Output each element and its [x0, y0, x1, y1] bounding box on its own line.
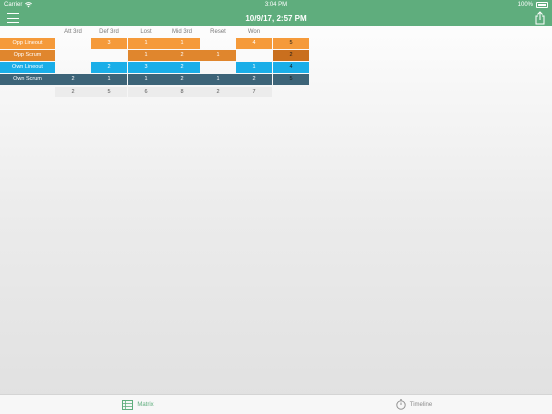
- status-right: 100%: [518, 2, 548, 8]
- matrix-cell: [91, 50, 127, 61]
- matrix-cell[interactable]: 2: [164, 62, 200, 73]
- row-total-cell: 5: [273, 38, 309, 49]
- column-header: Def 3rd: [99, 29, 119, 35]
- row-label[interactable]: Opp Lineout: [0, 38, 55, 49]
- battery-icon: [536, 2, 548, 8]
- matrix-cell: [55, 38, 91, 49]
- row-total-cell: 2: [273, 50, 309, 61]
- matrix-cell: [200, 62, 236, 73]
- column-total-cell: 2: [200, 87, 236, 97]
- tab-timeline-label: Timeline: [409, 401, 433, 408]
- matrix-cell: [55, 50, 91, 61]
- tab-bar: Matrix Timeline: [0, 394, 552, 414]
- column-total-cell: 7: [236, 87, 272, 97]
- matrix-cell[interactable]: 1: [128, 50, 164, 61]
- matrix-cell[interactable]: 1: [200, 50, 236, 61]
- row-total-cell: 4: [273, 62, 309, 73]
- matrix-cell[interactable]: 1: [164, 38, 200, 49]
- column-total-cell: 6: [128, 87, 164, 97]
- column-header: Reset: [210, 29, 226, 35]
- matrix-cell[interactable]: 2: [91, 62, 127, 73]
- matrix-cell[interactable]: 1: [128, 74, 164, 85]
- menu-button[interactable]: [7, 13, 19, 23]
- column-total-cell: 8: [164, 87, 200, 97]
- matrix-cell[interactable]: 3: [91, 38, 127, 49]
- matrix-cell[interactable]: 2: [55, 74, 91, 85]
- matrix-cell[interactable]: 1: [236, 62, 272, 73]
- matrix-cell[interactable]: 4: [236, 38, 272, 49]
- matrix-cell[interactable]: 2: [236, 74, 272, 85]
- share-icon[interactable]: [534, 11, 546, 25]
- row-label[interactable]: Own Lineout: [0, 62, 55, 73]
- tab-timeline[interactable]: Timeline: [276, 395, 552, 414]
- matrix-cell[interactable]: 1: [128, 38, 164, 49]
- battery-label: 100%: [517, 2, 533, 8]
- column-total-cell: 5: [91, 87, 127, 97]
- row-label[interactable]: Own Scrum: [0, 74, 55, 85]
- status-bar: Carrier 3:04 PM 100%: [0, 0, 552, 10]
- column-header: Lost: [140, 29, 152, 35]
- matrix-cell: [236, 50, 272, 61]
- matrix-cell[interactable]: 2: [164, 74, 200, 85]
- matrix-cell: [200, 38, 236, 49]
- matrix-cell[interactable]: 1: [200, 74, 236, 85]
- column-header: Won: [247, 29, 261, 35]
- row-label[interactable]: Opp Scrum: [0, 50, 55, 61]
- matrix-cell[interactable]: 2: [164, 50, 200, 61]
- status-time: 3:04 PM: [264, 2, 288, 8]
- carrier-label: Carrier: [4, 2, 23, 8]
- wifi-icon: [25, 2, 33, 8]
- matrix-cell[interactable]: 1: [91, 74, 127, 85]
- column-header: Att 3rd: [64, 29, 82, 35]
- matrix-cell[interactable]: 3: [128, 62, 164, 73]
- tab-matrix-label: Matrix: [137, 401, 154, 408]
- row-total-cell: 5: [273, 74, 309, 85]
- stopwatch-icon: [396, 399, 406, 410]
- matrix-icon: [122, 399, 134, 410]
- column-header: Mid 3rd: [171, 29, 192, 35]
- nav-bar: 10/9/17, 2:57 PM: [0, 10, 552, 26]
- column-total-cell: 2: [55, 87, 91, 97]
- status-left: Carrier: [4, 2, 33, 8]
- page-title: 10/9/17, 2:57 PM: [245, 13, 307, 23]
- matrix-cell: [55, 62, 91, 73]
- tab-matrix[interactable]: Matrix: [0, 395, 276, 414]
